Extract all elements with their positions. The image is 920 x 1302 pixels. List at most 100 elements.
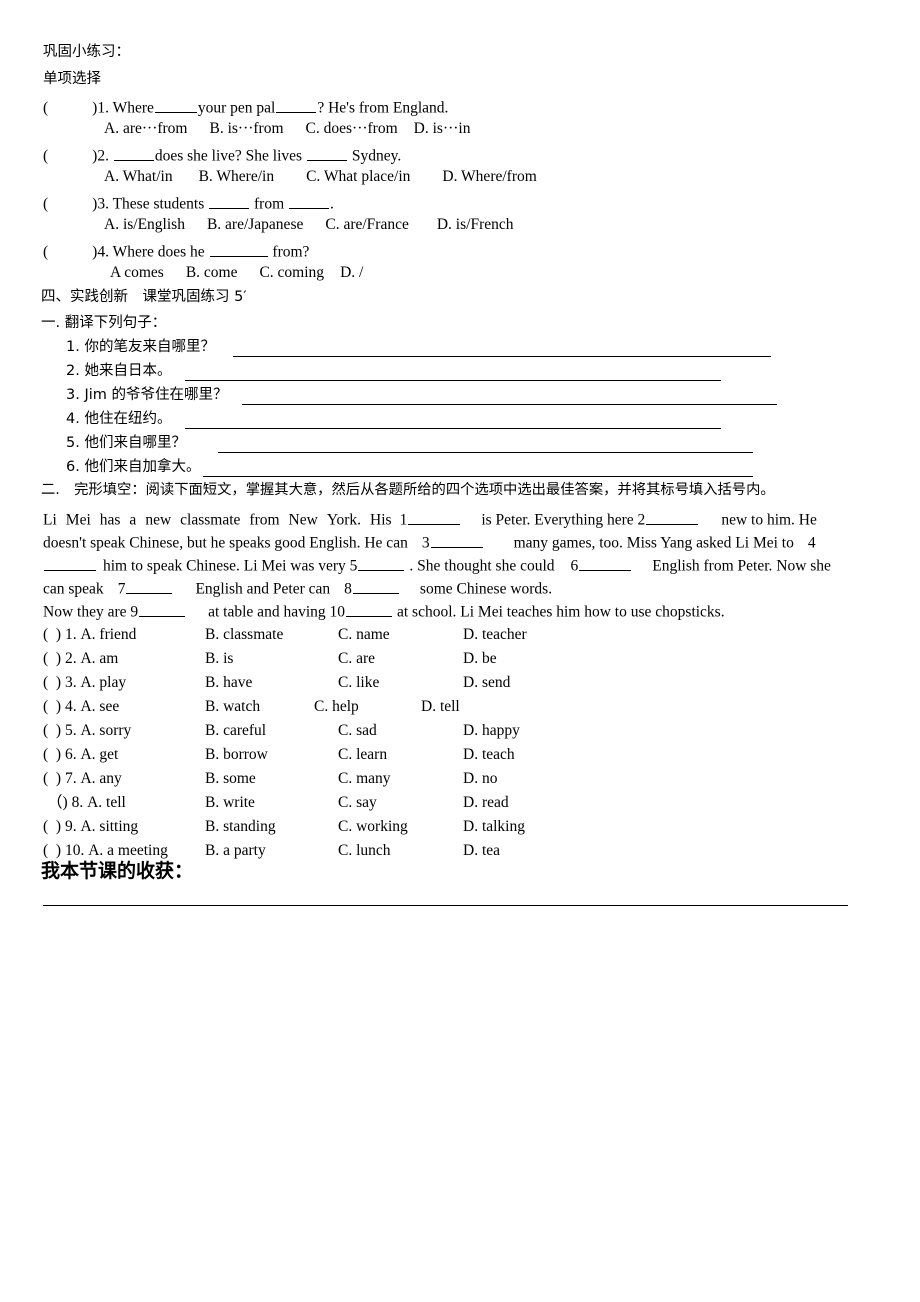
option-b[interactable]: B. some [205,771,256,787]
option-b[interactable]: B. careful [205,723,266,739]
translation-answer-line-5[interactable] [218,452,753,453]
option-d[interactable]: D. / [340,264,363,281]
translation-answer-line-1[interactable] [233,356,771,357]
answer-bracket[interactable]: ( ) 7. A. any [43,771,122,787]
cloze-blank-7[interactable] [126,578,173,594]
option-b[interactable]: B. are/Japanese [207,216,303,233]
option-b[interactable]: B. standing [205,819,276,835]
option-d[interactable]: D. is···in [414,120,471,137]
question-1-blank-2[interactable] [276,97,317,113]
cloze-blank-2[interactable] [646,509,699,525]
answer-bracket[interactable]: ( ) 6. A. get [43,747,118,763]
question-3-mid: from [250,195,289,213]
option-d[interactable]: D. teach [463,747,515,763]
passage-text-tail-4: some Chinese words. [419,580,553,598]
option-b[interactable]: B. is···from [209,120,283,137]
passage-text-after-1: is Peter. Everything here 2 [481,511,646,529]
option-b[interactable]: B. a party [205,843,266,859]
answer-bracket[interactable]: ( ) 5. A. sorry [43,723,131,739]
option-c[interactable]: C. sad [338,723,377,739]
option-c[interactable]: C. lunch [338,843,391,859]
translation-item-1: 1. 你的笔友来自哪里？ [66,340,215,355]
blank-number-3: 3 [421,534,430,552]
option-d[interactable]: D. Where/from [442,168,536,185]
option-d[interactable]: D. teacher [463,627,527,643]
option-d[interactable]: D. tell [421,699,460,715]
option-b[interactable]: B. Where/in [199,168,274,185]
passage-text-mid-3: him to speak Chinese. Li Mei was very 5 [103,557,358,575]
translation-answer-line-2[interactable] [185,380,721,381]
option-d[interactable]: D. talking [463,819,525,835]
option-c[interactable]: C. working [338,819,408,835]
question-3-blank-2[interactable] [289,193,330,209]
item-text: 他住在纽约。 [84,411,172,427]
option-c[interactable]: C. are/France [325,216,409,233]
question-4-options: A comes B. come C. coming D. / [110,265,363,281]
option-c[interactable]: C. name [338,627,390,643]
cloze-blank-3[interactable] [430,532,483,548]
question-3-stem: ()3. These students from . [43,193,334,212]
blank-number-8: 8 [344,580,352,598]
single-choice-heading: 单项选择 [43,71,101,87]
item-number: 6. [66,459,80,475]
cloze-blank-10[interactable] [346,601,392,617]
option-b[interactable]: B. watch [205,699,260,715]
translation-answer-line-3[interactable] [242,404,777,405]
option-d[interactable]: D. is/French [437,216,514,233]
option-d[interactable]: D. tea [463,843,500,859]
answer-bracket[interactable]: ( ) 2. A. am [43,651,118,667]
option-b[interactable]: B. write [205,795,255,811]
option-c[interactable]: C. like [338,675,379,691]
option-d[interactable]: D. read [463,795,509,811]
answer-bracket[interactable]: ( ) 10. A. a meeting [43,843,168,859]
option-c[interactable]: C. many [338,771,391,787]
option-c[interactable]: C. What place/in [306,168,410,185]
question-2-blank-2[interactable] [306,145,347,161]
cloze-blank-1[interactable] [408,509,461,525]
option-c[interactable]: C. coming [259,264,324,281]
question-3-blank-1[interactable] [209,193,250,209]
option-a[interactable]: A comes [110,264,164,281]
option-c[interactable]: C. learn [338,747,387,763]
translation-item-3: 3. Jim 的爷爷住在哪里？ [66,388,228,403]
reflection-answer-line[interactable] [43,905,848,906]
cloze-blank-9[interactable] [139,601,186,617]
option-c[interactable]: C. are [338,651,375,667]
question-2-blank-1[interactable] [113,145,154,161]
option-d[interactable]: D. be [463,651,497,667]
option-c[interactable]: C. does···from [306,120,398,137]
translation-answer-line-6[interactable] [203,476,753,477]
question-1-blank-1[interactable] [154,97,197,113]
question-4-blank-1[interactable] [209,241,268,257]
option-d[interactable]: D. send [463,675,510,691]
option-b[interactable]: B. classmate [205,627,283,643]
option-a[interactable]: A. is/English [104,216,185,233]
answer-bracket[interactable]: ( ) 3. A. play [43,675,126,691]
cloze-blank-8[interactable] [352,578,399,594]
answer-paren-open: ( [43,147,49,165]
option-b[interactable]: B. is [205,651,233,667]
option-d[interactable]: D. no [463,771,497,787]
passage-text-head-5: Now they are 9 [43,603,139,621]
cloze-blank-4[interactable] [44,555,96,571]
translation-item-4: 4. 他住在纽约。 [66,412,171,427]
option-d[interactable]: D. happy [463,723,520,739]
passage-text-w4: a [129,511,137,529]
item-number: 3. [66,387,80,403]
cloze-blank-5[interactable] [358,555,405,571]
option-c[interactable]: C. say [338,795,377,811]
translation-answer-line-4[interactable] [185,428,721,429]
option-a[interactable]: A. What/in [104,168,173,185]
answer-bracket[interactable]: ( ) 9. A. sitting [43,819,138,835]
answer-bracket[interactable]: （) 8. A. tell [47,795,126,811]
worksheet-title: 巩固小练习： [43,44,130,60]
option-b[interactable]: B. come [186,264,238,281]
option-b[interactable]: B. have [205,675,252,691]
option-a[interactable]: A. are···from [104,120,187,137]
answer-bracket[interactable]: ( ) 4. A. see [43,699,119,715]
cloze-blank-6[interactable] [579,555,632,571]
option-b[interactable]: B. borrow [205,747,268,763]
option-c[interactable]: C. help [314,699,359,715]
section-four-heading: 四、实践创新 课堂巩固练习 5′ [41,289,247,305]
answer-bracket[interactable]: ( ) 1. A. friend [43,627,136,643]
